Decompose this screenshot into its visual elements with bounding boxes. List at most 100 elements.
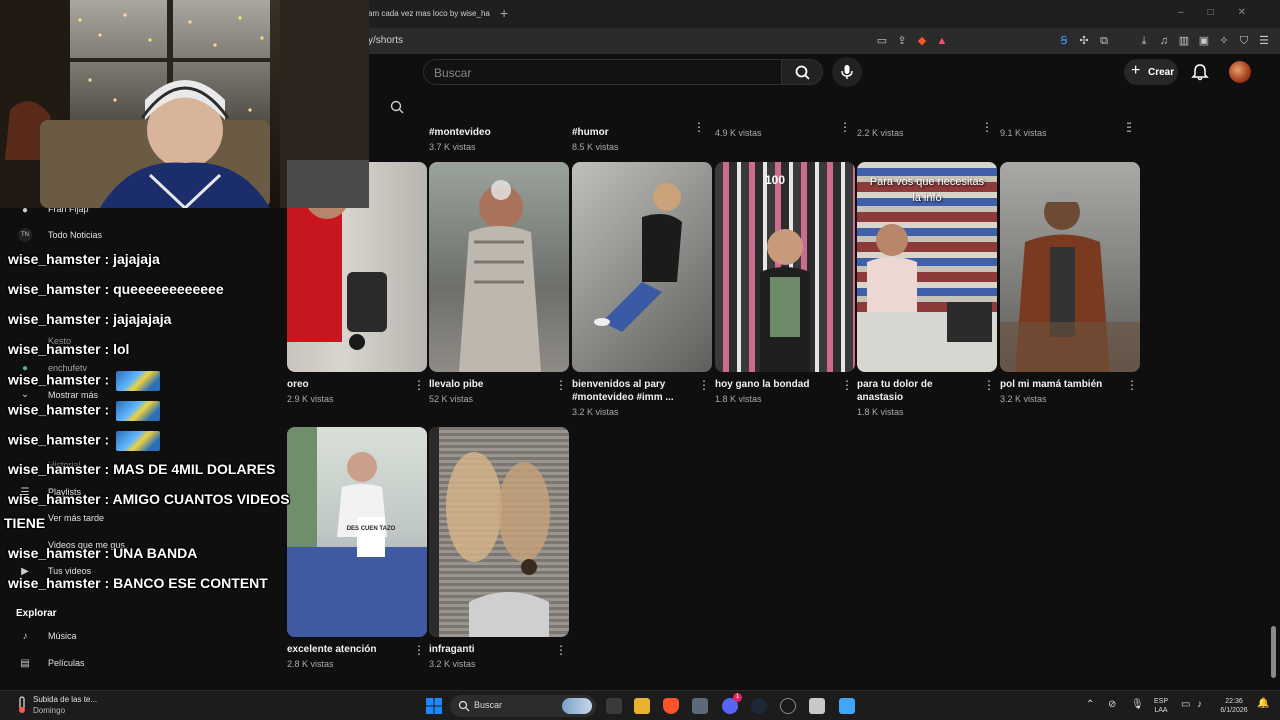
share-icon[interactable]: ⇪	[894, 33, 910, 49]
create-button[interactable]: + Crear	[1124, 59, 1178, 85]
windows-start-icon[interactable]	[426, 698, 442, 714]
clock[interactable]: 22:36 6/1/2026	[1214, 697, 1254, 715]
more-options-icon[interactable]: ⋮	[555, 378, 567, 392]
notifications-bell-icon[interactable]	[1190, 62, 1210, 82]
volume-icon[interactable]: ♪	[1197, 700, 1202, 710]
account-avatar[interactable]	[1229, 61, 1251, 83]
more-options-icon[interactable]: ⋮	[1126, 378, 1138, 392]
more-options-icon[interactable]: ⋮	[983, 378, 995, 392]
chat-separator: :	[100, 491, 113, 507]
cast-icon[interactable]: ▭	[874, 33, 890, 49]
leo-ai-icon[interactable]: ✧	[1216, 33, 1232, 49]
sidebar-item-label[interactable]: Mostrar más	[48, 390, 98, 400]
chat-separator: :	[100, 371, 114, 388]
app-icon[interactable]	[809, 698, 825, 714]
short-title[interactable]: infraganti	[429, 643, 549, 656]
more-options-icon[interactable]: ⋮	[841, 378, 853, 392]
video-title[interactable]: #humor	[572, 126, 692, 139]
more-options-icon[interactable]: ⋮	[693, 120, 705, 134]
microphone-tray-icon[interactable]: 🎙	[1131, 700, 1144, 710]
window-controls[interactable]: –□✕	[1178, 7, 1270, 18]
short-title[interactable]: para tu dolor de anastasio	[857, 378, 977, 404]
short-thumbnail[interactable]: Para vos que necesitas la info	[857, 162, 997, 372]
chat-username: wise_hamster	[8, 431, 101, 448]
chat-username: wise_hamster	[8, 251, 101, 267]
menu-icon[interactable]: ☰	[1256, 33, 1272, 49]
brave-shields-icon[interactable]: ◆	[914, 33, 930, 49]
short-views: 52 K vistas	[429, 394, 474, 404]
tray-chevron-icon[interactable]: ⌃	[1086, 700, 1094, 710]
sidebar-toggle-icon[interactable]: ▥	[1176, 33, 1192, 49]
short-thumbnail[interactable]: 100	[715, 162, 855, 372]
tab-search-icon[interactable]: ⧉	[1096, 33, 1112, 49]
taskbar-search[interactable]: Buscar	[450, 695, 596, 717]
more-options-icon[interactable]: ⋮	[413, 378, 425, 392]
brave-rewards-icon[interactable]: ▲	[934, 33, 950, 49]
short-title[interactable]: bienvenidos al pary #montevideo #imm ...	[572, 378, 692, 404]
chat-message: wise_hamster : jajajaja	[8, 251, 160, 267]
short-title[interactable]: llevalo pibe	[429, 378, 549, 391]
browser-tab[interactable]: am cada vez mas loco by wise_ha	[360, 4, 492, 24]
chat-message-continuation: TIENE	[4, 515, 45, 531]
short-thumbnail[interactable]	[429, 427, 569, 637]
short-thumbnail[interactable]: DES CUEN TAZO	[287, 427, 427, 637]
sidebar-item-label[interactable]: Música	[48, 631, 77, 641]
sidebar-item-label[interactable]: Ver más tarde	[48, 513, 104, 523]
steam-icon[interactable]	[751, 698, 767, 714]
more-options-icon[interactable]: ⋮	[1122, 120, 1134, 134]
search-button[interactable]	[781, 59, 823, 85]
translate-icon[interactable]: Ꞩ	[1056, 33, 1072, 49]
chat-text: TIENE	[4, 515, 46, 531]
sidebar-item-label[interactable]: Películas	[48, 658, 85, 668]
chat-separator: :	[100, 401, 114, 418]
scrollbar[interactable]	[1271, 626, 1276, 678]
chat-separator: :	[100, 281, 114, 297]
short-title[interactable]: excelente atención	[287, 643, 407, 656]
obs-icon[interactable]	[780, 698, 796, 714]
more-options-icon[interactable]: ⋮	[555, 643, 567, 657]
search-icon	[458, 700, 470, 712]
extensions-icon[interactable]: ✣	[1076, 33, 1092, 49]
video-views: 4.9 K vistas	[715, 128, 762, 138]
short-thumbnail[interactable]	[429, 162, 569, 372]
short-title[interactable]: oreo	[287, 378, 407, 391]
notepad-icon[interactable]	[839, 698, 855, 714]
more-options-icon[interactable]: ⋮	[698, 378, 710, 392]
video-views: 3.7 K vistas	[429, 142, 476, 152]
short-meta: infraganti 3.2 K vistas ⋮	[429, 643, 569, 669]
short-title[interactable]: hoy gano la bondad	[715, 378, 835, 391]
more-options-icon[interactable]: ⋮	[413, 643, 425, 657]
short-views: 1.8 K vistas	[857, 407, 904, 417]
film-icon: ▤	[20, 658, 30, 669]
short-thumbnail[interactable]	[572, 162, 712, 372]
channel-search-icon[interactable]	[389, 99, 405, 115]
url-text[interactable]: y/shorts	[368, 35, 403, 46]
download-icon[interactable]: ⤓	[1136, 33, 1152, 49]
discord-icon[interactable]: 1	[722, 693, 742, 714]
new-tab-button[interactable]: +	[500, 5, 508, 21]
display-icon[interactable]: ▭	[1181, 700, 1190, 710]
notifications-icon[interactable]: 🔔	[1257, 699, 1269, 709]
explore-heading: Explorar	[16, 608, 57, 619]
network-icon[interactable]: ⊘	[1108, 700, 1116, 710]
more-options-icon[interactable]: ⋮	[839, 120, 851, 134]
chat-emote	[116, 431, 161, 451]
brave-browser-icon[interactable]	[663, 698, 679, 714]
more-options-icon[interactable]: ⋮	[981, 120, 993, 134]
voice-search-button[interactable]	[832, 57, 862, 87]
chat-username: wise_hamster	[8, 311, 101, 327]
short-thumbnail[interactable]	[1000, 162, 1140, 372]
vpn-icon[interactable]: ⛉	[1236, 33, 1252, 49]
video-title[interactable]: #montevideo	[429, 126, 549, 139]
calculator-icon[interactable]	[692, 698, 708, 714]
language-indicator[interactable]: ESP LAA	[1150, 697, 1172, 715]
chat-separator: :	[100, 431, 114, 448]
wallet-icon[interactable]: ▣	[1196, 33, 1212, 49]
chat-username: wise_hamster	[8, 461, 101, 477]
task-view-icon[interactable]	[606, 698, 622, 714]
sidebar-item-label[interactable]: Todo Noticias	[48, 230, 102, 240]
short-title[interactable]: pol mi mamá también	[1000, 378, 1120, 391]
file-explorer-icon[interactable]	[634, 698, 650, 714]
search-input[interactable]	[424, 60, 781, 86]
media-icon[interactable]: ♫	[1156, 33, 1172, 49]
